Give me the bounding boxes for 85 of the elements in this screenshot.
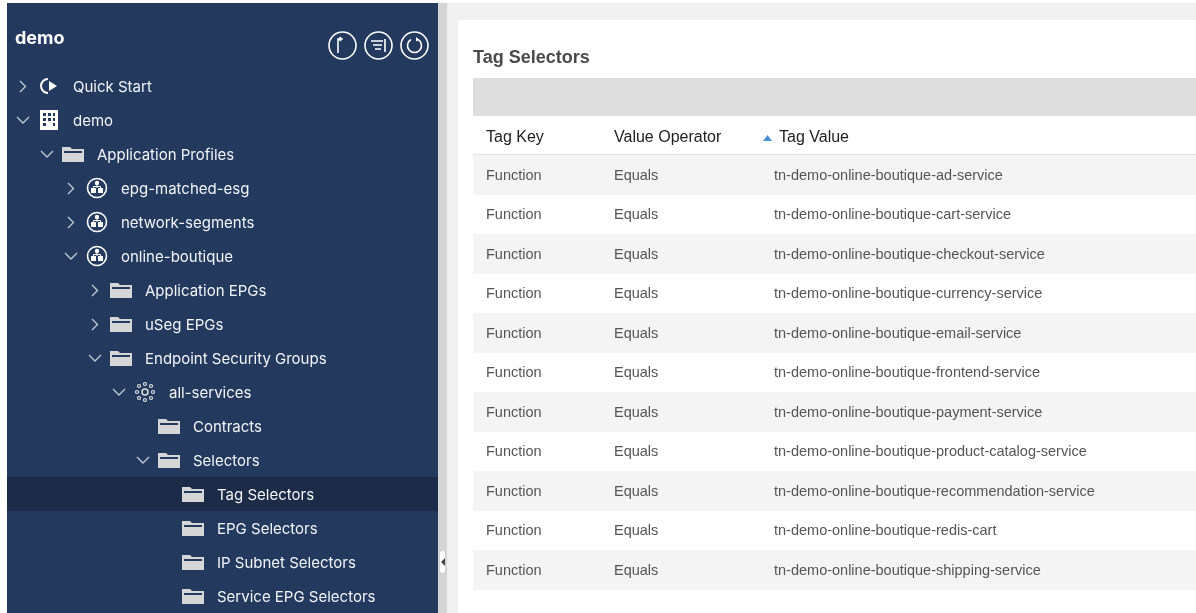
table-cell: tn-demo-online-boutique-checkout-service <box>761 234 1196 274</box>
table-cell: Function <box>473 313 601 353</box>
folder-icon <box>157 451 181 469</box>
table-cell: tn-demo-online-boutique-payment-service <box>761 392 1196 432</box>
tree-item[interactable]: network-segments <box>7 205 438 239</box>
table-cell: tn-demo-online-boutique-frontend-service <box>761 352 1196 392</box>
table-cell: Equals <box>601 154 761 195</box>
chevron-down-icon[interactable] <box>40 149 54 159</box>
table-cell: Function <box>473 234 601 274</box>
chevron-down-icon[interactable] <box>136 455 150 465</box>
folder-icon <box>181 519 205 537</box>
folder-icon <box>181 587 205 605</box>
tree-item[interactable]: EPG Selectors <box>7 511 438 545</box>
folder-icon <box>109 315 133 333</box>
table-cell: Function <box>473 154 601 195</box>
chevron-right-icon[interactable] <box>91 283 99 297</box>
tree-item[interactable]: Application EPGs <box>7 273 438 307</box>
table-cell: tn-demo-online-boutique-redis-cart <box>761 510 1196 550</box>
table-cell: Function <box>473 431 601 471</box>
table-cell: Equals <box>601 510 761 550</box>
table-cell: Function <box>473 510 601 550</box>
folder-icon <box>181 553 205 571</box>
table-cell: Equals <box>601 352 761 392</box>
app-profile-icon <box>86 177 108 199</box>
tree-item[interactable]: Service EPG Selectors <box>7 579 438 613</box>
sort-up-icon <box>763 134 772 141</box>
filter-icon[interactable] <box>363 30 394 61</box>
tree-item[interactable]: demo <box>7 103 438 137</box>
folder-icon <box>61 145 85 163</box>
column-header[interactable]: Tag Value <box>761 116 1196 155</box>
table-cell: Equals <box>601 471 761 511</box>
chevron-right-icon[interactable] <box>67 215 75 229</box>
tree-item[interactable]: uSeg EPGs <box>7 307 438 341</box>
chevron-right-icon[interactable] <box>19 79 27 93</box>
table-cell: tn-demo-online-boutique-ad-service <box>761 154 1196 195</box>
tree-item[interactable]: epg-matched-esg <box>7 171 438 205</box>
tree-item[interactable]: Tag Selectors <box>7 477 438 511</box>
chevron-down-icon[interactable] <box>16 115 30 125</box>
column-header[interactable]: Value Operator <box>601 116 761 155</box>
table-cell: tn-demo-online-boutique-recommendation-service <box>761 471 1196 511</box>
table-cell: Equals <box>601 234 761 274</box>
table-cell: Equals <box>601 194 761 234</box>
collapse-icon[interactable] <box>327 30 358 61</box>
tree-item[interactable]: all-services <box>7 375 438 409</box>
splitter-handle[interactable] <box>440 551 445 573</box>
table-cell: Function <box>473 471 601 511</box>
folder-icon <box>157 417 181 435</box>
chevron-right-icon[interactable] <box>67 181 75 195</box>
tree-item[interactable]: Endpoint Security Groups <box>7 341 438 375</box>
table-cell: Equals <box>601 392 761 432</box>
cluster-icon <box>134 381 156 403</box>
tree-item[interactable]: Contracts <box>7 409 438 443</box>
refresh-icon[interactable] <box>399 30 430 61</box>
chevron-right-icon[interactable] <box>91 317 99 331</box>
tree-item[interactable]: Application Profiles <box>7 137 438 171</box>
table-cell: Function <box>473 352 601 392</box>
folder-icon <box>109 349 133 367</box>
column-header[interactable]: Tag Key <box>473 116 601 155</box>
table-cell: tn-demo-online-boutique-email-service <box>761 313 1196 353</box>
tree-title: demo <box>15 27 65 48</box>
folder-icon <box>181 485 205 503</box>
table-cell: Equals <box>601 550 761 590</box>
app-profile-icon <box>86 211 108 233</box>
folder-icon <box>109 281 133 299</box>
tree-item[interactable]: Selectors <box>7 443 438 477</box>
panel-title: Tag Selectors <box>473 46 591 69</box>
chevron-down-icon[interactable] <box>112 387 126 397</box>
table-cell: tn-demo-online-boutique-product-catalog-service <box>761 431 1196 471</box>
chevron-down-icon[interactable] <box>64 251 78 261</box>
table-cell: Equals <box>601 273 761 313</box>
table-cell: Function <box>473 273 601 313</box>
building-icon <box>38 109 60 131</box>
table-cell: tn-demo-online-boutique-currency-service <box>761 273 1196 313</box>
table-cell: tn-demo-online-boutique-shipping-service <box>761 550 1196 590</box>
tree-item[interactable]: IP Subnet Selectors <box>7 545 438 579</box>
app-profile-icon <box>86 245 108 267</box>
table-cell: Function <box>473 194 601 234</box>
table-cell: tn-demo-online-boutique-cart-service <box>761 194 1196 234</box>
chevron-down-icon[interactable] <box>88 353 102 363</box>
tree-item[interactable]: online-boutique <box>7 239 438 273</box>
table-cell: Equals <box>601 431 761 471</box>
table-cell: Function <box>473 550 601 590</box>
tree-item[interactable]: Quick Start <box>7 69 438 103</box>
table-cell: Function <box>473 392 601 432</box>
table-cell: Equals <box>601 313 761 353</box>
